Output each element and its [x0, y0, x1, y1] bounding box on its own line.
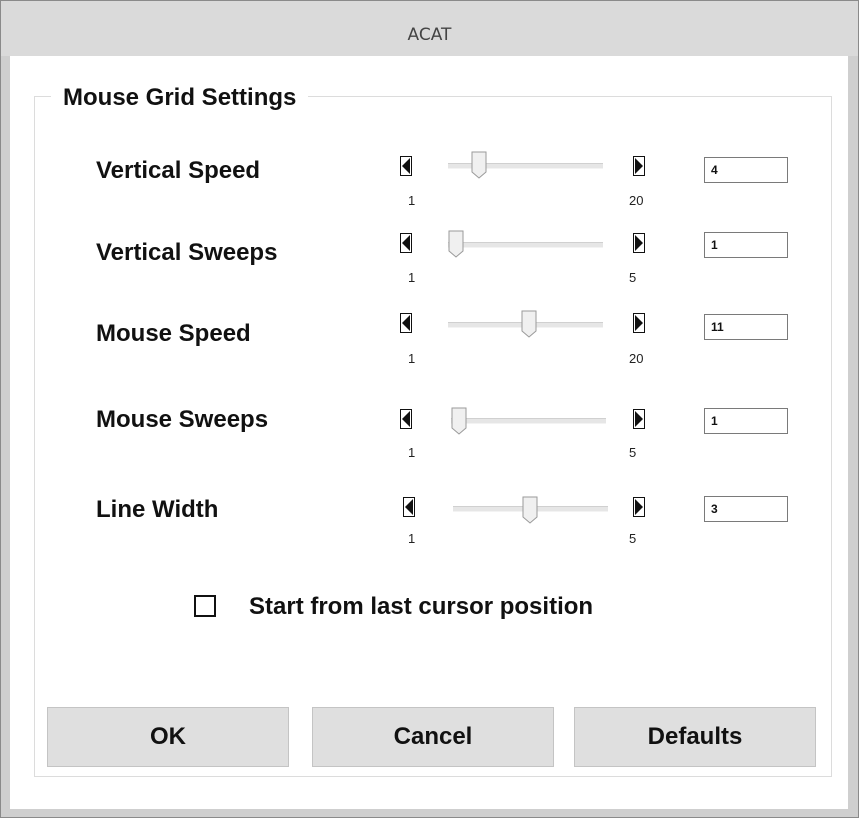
mouse-sweeps-track[interactable]: [451, 418, 606, 424]
vertical-speed-decrement-button[interactable]: [400, 156, 412, 176]
line-width-max: 5: [629, 531, 637, 546]
vertical-sweeps-max: 5: [629, 270, 637, 285]
vertical-sweeps-min: 1: [408, 270, 416, 285]
mouse-speed-value[interactable]: 11: [704, 314, 788, 340]
line-width-label: Line Width: [96, 496, 219, 523]
ok-button[interactable]: OK: [47, 707, 289, 767]
mouse-sweeps-min: 1: [408, 445, 416, 460]
mouse-speed-increment-button[interactable]: [633, 313, 645, 333]
vertical-sweeps-label: Vertical Sweeps: [96, 239, 278, 266]
vertical-sweeps-decrement-button[interactable]: [400, 233, 412, 253]
line-width-min: 1: [408, 531, 416, 546]
vertical-sweeps-increment-button[interactable]: [633, 233, 645, 253]
vertical-sweeps-thumb[interactable]: [448, 230, 464, 258]
group-title: Mouse Grid Settings: [51, 84, 309, 112]
mouse-speed-thumb[interactable]: [521, 310, 537, 338]
vertical-speed-increment-button[interactable]: [633, 156, 645, 176]
mouse-sweeps-max: 5: [629, 445, 637, 460]
defaults-button[interactable]: Defaults: [574, 707, 816, 767]
settings-group-box: [34, 96, 832, 777]
line-width-increment-button[interactable]: [633, 497, 645, 517]
vertical-speed-thumb[interactable]: [471, 151, 487, 179]
vertical-speed-value[interactable]: 4: [704, 157, 788, 183]
vertical-sweeps-track[interactable]: [448, 242, 603, 248]
vertical-speed-label: Vertical Speed: [96, 157, 261, 184]
start-from-last-position-checkbox[interactable]: [194, 595, 216, 617]
mouse-sweeps-decrement-button[interactable]: [400, 409, 412, 429]
start-from-last-position-label[interactable]: Start from last cursor position: [249, 593, 593, 621]
vertical-sweeps-value[interactable]: 1: [704, 232, 788, 258]
vertical-speed-min: 1: [408, 193, 416, 208]
line-width-thumb[interactable]: [522, 496, 538, 524]
mouse-sweeps-thumb[interactable]: [451, 407, 467, 435]
mouse-sweeps-increment-button[interactable]: [633, 409, 645, 429]
cancel-button[interactable]: Cancel: [312, 707, 554, 767]
mouse-sweeps-label: Mouse Sweeps: [96, 406, 269, 433]
window-title: ACAT: [1, 1, 858, 56]
mouse-sweeps-value[interactable]: 1: [704, 408, 788, 434]
line-width-value[interactable]: 3: [704, 496, 788, 522]
mouse-speed-min: 1: [408, 351, 416, 366]
vertical-speed-max: 20: [629, 193, 644, 208]
line-width-decrement-button[interactable]: [403, 497, 415, 517]
mouse-speed-label: Mouse Speed: [96, 320, 251, 347]
mouse-speed-decrement-button[interactable]: [400, 313, 412, 333]
dialog-window: ACAT Mouse Grid Settings Vertical Speed …: [0, 0, 859, 818]
dialog-client-area: Mouse Grid Settings Vertical Speed 1 20 …: [10, 56, 848, 809]
mouse-speed-max: 20: [629, 351, 644, 366]
